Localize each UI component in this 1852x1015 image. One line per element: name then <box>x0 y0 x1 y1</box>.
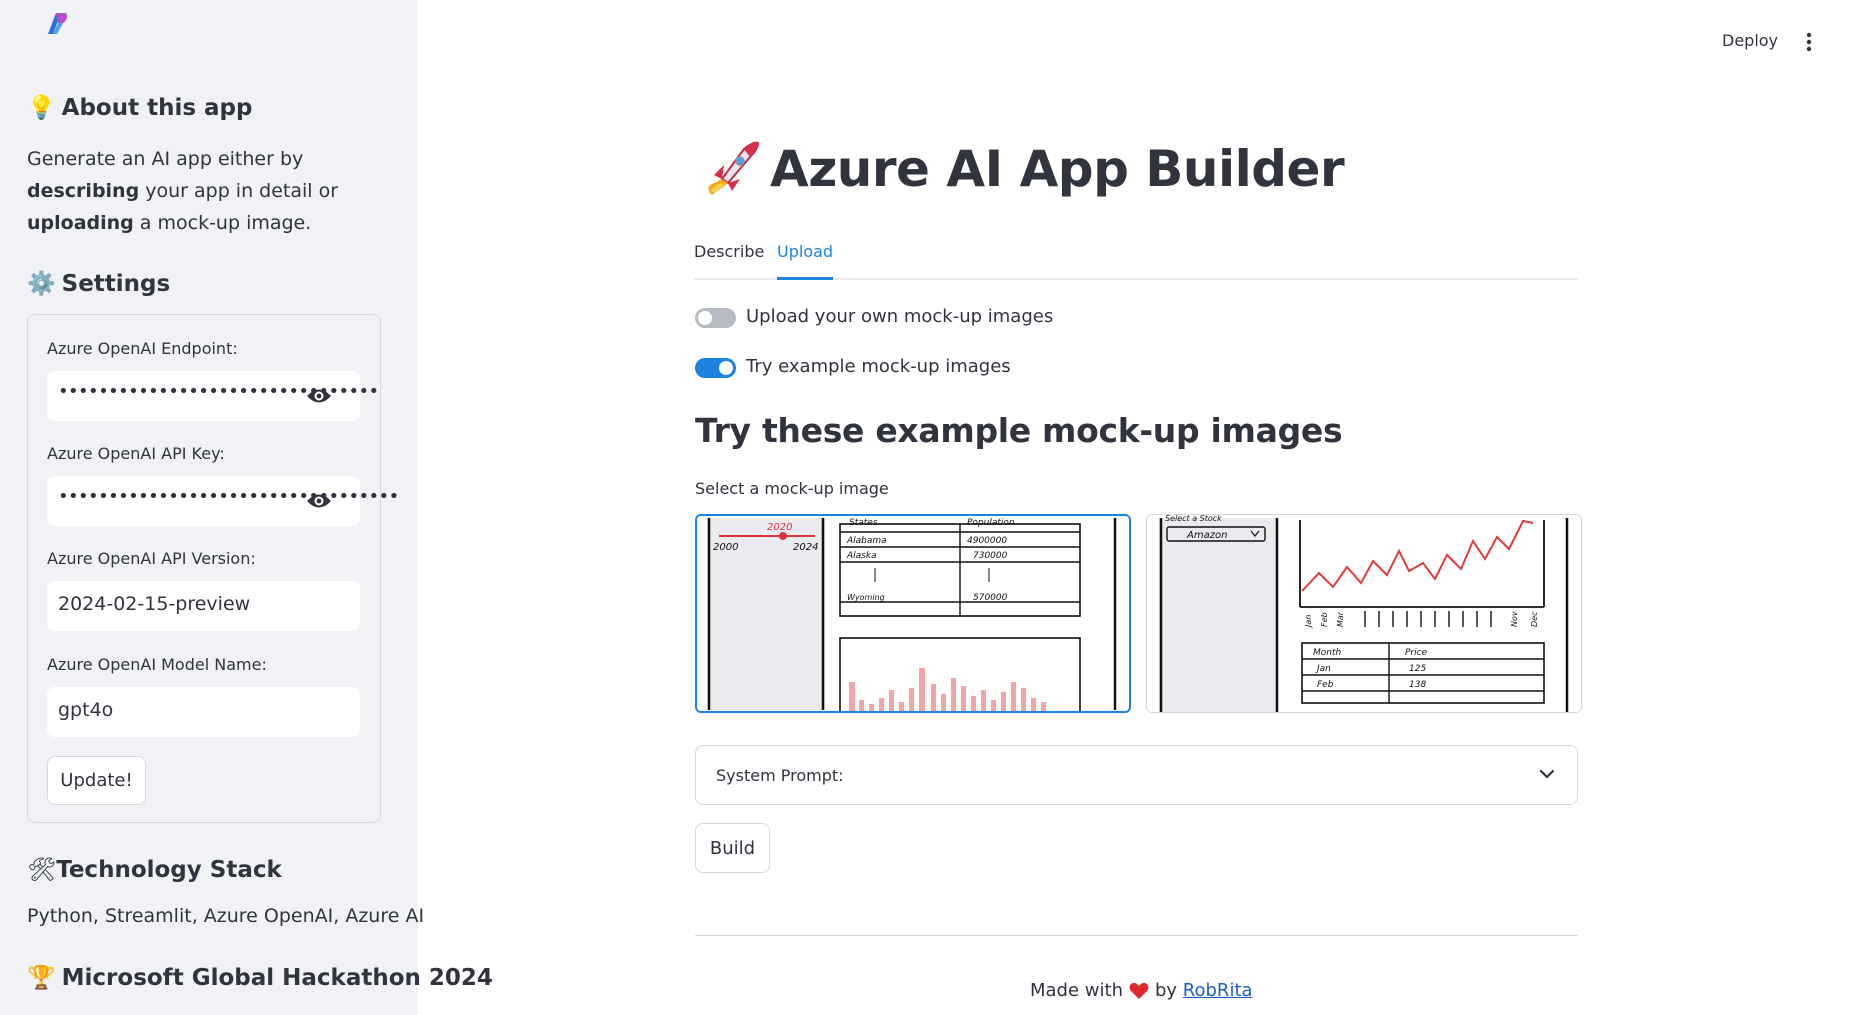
settings-title: Settings <box>61 271 171 297</box>
mockup2-x-label: Jan <box>1304 615 1313 629</box>
tab-bar: Describe Upload <box>694 240 1578 280</box>
mockup1-table-header: States <box>849 518 878 528</box>
model-name-field[interactable]: gpt4o <box>47 687 360 737</box>
try-example-toggle-label: Try example mock-up images <box>746 356 1011 377</box>
section-title: Try these example mock-up images <box>695 411 1343 450</box>
mockup2-table-header: Price <box>1405 648 1428 658</box>
page-title-text: Azure AI App Builder <box>770 140 1345 198</box>
about-text: Generate an AI app either by describing … <box>27 143 389 239</box>
mockup2-table-cell: Jan <box>1315 664 1331 674</box>
about-text-part: a mock-up image. <box>133 212 312 234</box>
api-key-label: Azure OpenAI API Key: <box>47 444 225 463</box>
mockup1-table-header: Population <box>967 518 1015 528</box>
author-link[interactable]: RobRita <box>1183 980 1253 1001</box>
about-title: About this app <box>61 95 253 121</box>
select-mockup-label: Select a mock-up image <box>695 479 889 498</box>
toggle-knob <box>719 361 733 375</box>
about-text-bold: describing <box>27 180 140 202</box>
about-heading: 💡 About this app <box>27 94 252 121</box>
mockup-image-2[interactable]: Select a Stock Amazon Jan Feb Mar Nov De… <box>1146 514 1582 713</box>
footer-by: by <box>1154 980 1178 1001</box>
mockup2-select-label: Select a Stock <box>1165 515 1222 523</box>
mockup2-table-cell: Feb <box>1317 680 1334 690</box>
trophy-icon: 🏆 <box>27 965 56 991</box>
show-password-icon[interactable] <box>306 492 332 510</box>
footer: Made with by RobRita <box>1030 980 1253 1001</box>
mockup2-x-label: Mar <box>1336 611 1345 627</box>
active-tab-indicator <box>777 277 833 280</box>
gear-icon: ⚙️ <box>27 271 56 297</box>
build-button[interactable]: Build <box>695 823 770 873</box>
mockup2-x-label: Dec <box>1530 611 1539 627</box>
mockup1-slider-min: 2000 <box>713 542 738 553</box>
about-text-bold: uploading <box>27 212 134 234</box>
toggle-knob <box>698 311 712 325</box>
api-version-field[interactable]: 2024-02-15-preview <box>47 581 360 631</box>
api-version-label: Azure OpenAI API Version: <box>47 549 256 568</box>
mockup1-table-cell: 570000 <box>973 593 1008 603</box>
sidebar: 💡 About this app Generate an AI app eithe… <box>0 0 493 1015</box>
mockup2-select-value: Amazon <box>1186 530 1227 541</box>
tab-describe[interactable]: Describe <box>694 242 764 261</box>
mockup1-table-cell: 4900000 <box>967 536 1007 546</box>
page-title: Azure AI App Builder <box>700 140 1345 201</box>
footer-made-with: Made with <box>1030 980 1123 1001</box>
hackathon-title: Microsoft Global Hackathon 2024 <box>61 965 493 991</box>
upload-own-toggle-label: Upload your own mock-up images <box>746 306 1054 327</box>
mockup2-table-cell: 125 <box>1409 664 1426 674</box>
mockup-sketch-1: 2020 2000 2024 States Population Alabama… <box>697 516 1129 711</box>
hackathon-heading: 🏆 Microsoft Global Hackathon 2024 <box>27 964 493 991</box>
chevron-down-icon[interactable] <box>1539 768 1555 780</box>
mockup1-table-cell: Alabama <box>846 536 887 546</box>
model-name-value[interactable]: gpt4o <box>58 699 113 721</box>
deploy-button[interactable]: Deploy <box>1722 31 1778 50</box>
about-text-part: Generate an AI app either by <box>27 148 304 170</box>
rocket-icon <box>708 141 760 195</box>
mockup2-x-label: Nov <box>1510 611 1519 627</box>
system-prompt-label: System Prompt: <box>716 766 844 785</box>
mockup2-table-cell: 138 <box>1409 680 1426 690</box>
settings-heading: ⚙️ Settings <box>27 270 170 297</box>
endpoint-field[interactable]: •••••••••••••••••••••••••••••••• <box>47 371 379 421</box>
mockup2-table-header: Month <box>1313 648 1342 658</box>
endpoint-label: Azure OpenAI Endpoint: <box>47 339 238 358</box>
settings-form: Azure OpenAI Endpoint: •••••••••••••••••… <box>27 314 399 823</box>
api-key-field[interactable]: •••••••••••••••••••••••••••••••••• <box>47 476 399 526</box>
tech-stack-heading: 🛠Technology Stack <box>27 856 282 883</box>
mockup1-slider-max: 2024 <box>793 542 818 553</box>
tab-upload[interactable]: Upload <box>777 242 833 261</box>
try-example-toggle[interactable] <box>695 358 736 378</box>
upload-own-toggle[interactable] <box>695 308 736 328</box>
about-text-part: your app in detail or <box>139 180 339 202</box>
system-prompt-expander[interactable]: System Prompt: <box>695 745 1578 805</box>
mockup1-table-cell: Wyoming <box>847 593 885 602</box>
kebab-menu-icon[interactable] <box>1806 32 1812 52</box>
mockup1-table-cell: 730000 <box>973 551 1008 561</box>
heart-icon <box>1129 982 1149 999</box>
footer-divider <box>695 935 1578 936</box>
api-key-value[interactable]: •••••••••••••••••••••••••••••••••• <box>58 486 399 507</box>
mockup-image-1[interactable]: 2020 2000 2024 States Population Alabama… <box>695 514 1131 713</box>
mockup1-slider-value: 2020 <box>767 522 792 533</box>
tech-stack-title: Technology Stack <box>56 857 282 883</box>
model-name-label: Azure OpenAI Model Name: <box>47 655 267 674</box>
tech-stack-text: Python, Streamlit, Azure OpenAI, Azure A… <box>27 905 425 927</box>
tools-icon: 🛠 <box>27 857 57 883</box>
update-button[interactable]: Update! <box>47 756 146 805</box>
api-version-value[interactable]: 2024-02-15-preview <box>58 593 250 615</box>
mockup1-table-cell: Alaska <box>846 551 877 561</box>
mockup2-x-label: Feb <box>1320 612 1329 627</box>
app-logo-icon[interactable] <box>44 10 70 36</box>
show-password-icon[interactable] <box>306 387 332 405</box>
mockup-sketch-2: Select a Stock Amazon Jan Feb Mar Nov De… <box>1147 515 1581 712</box>
lightbulb-icon: 💡 <box>27 95 56 121</box>
